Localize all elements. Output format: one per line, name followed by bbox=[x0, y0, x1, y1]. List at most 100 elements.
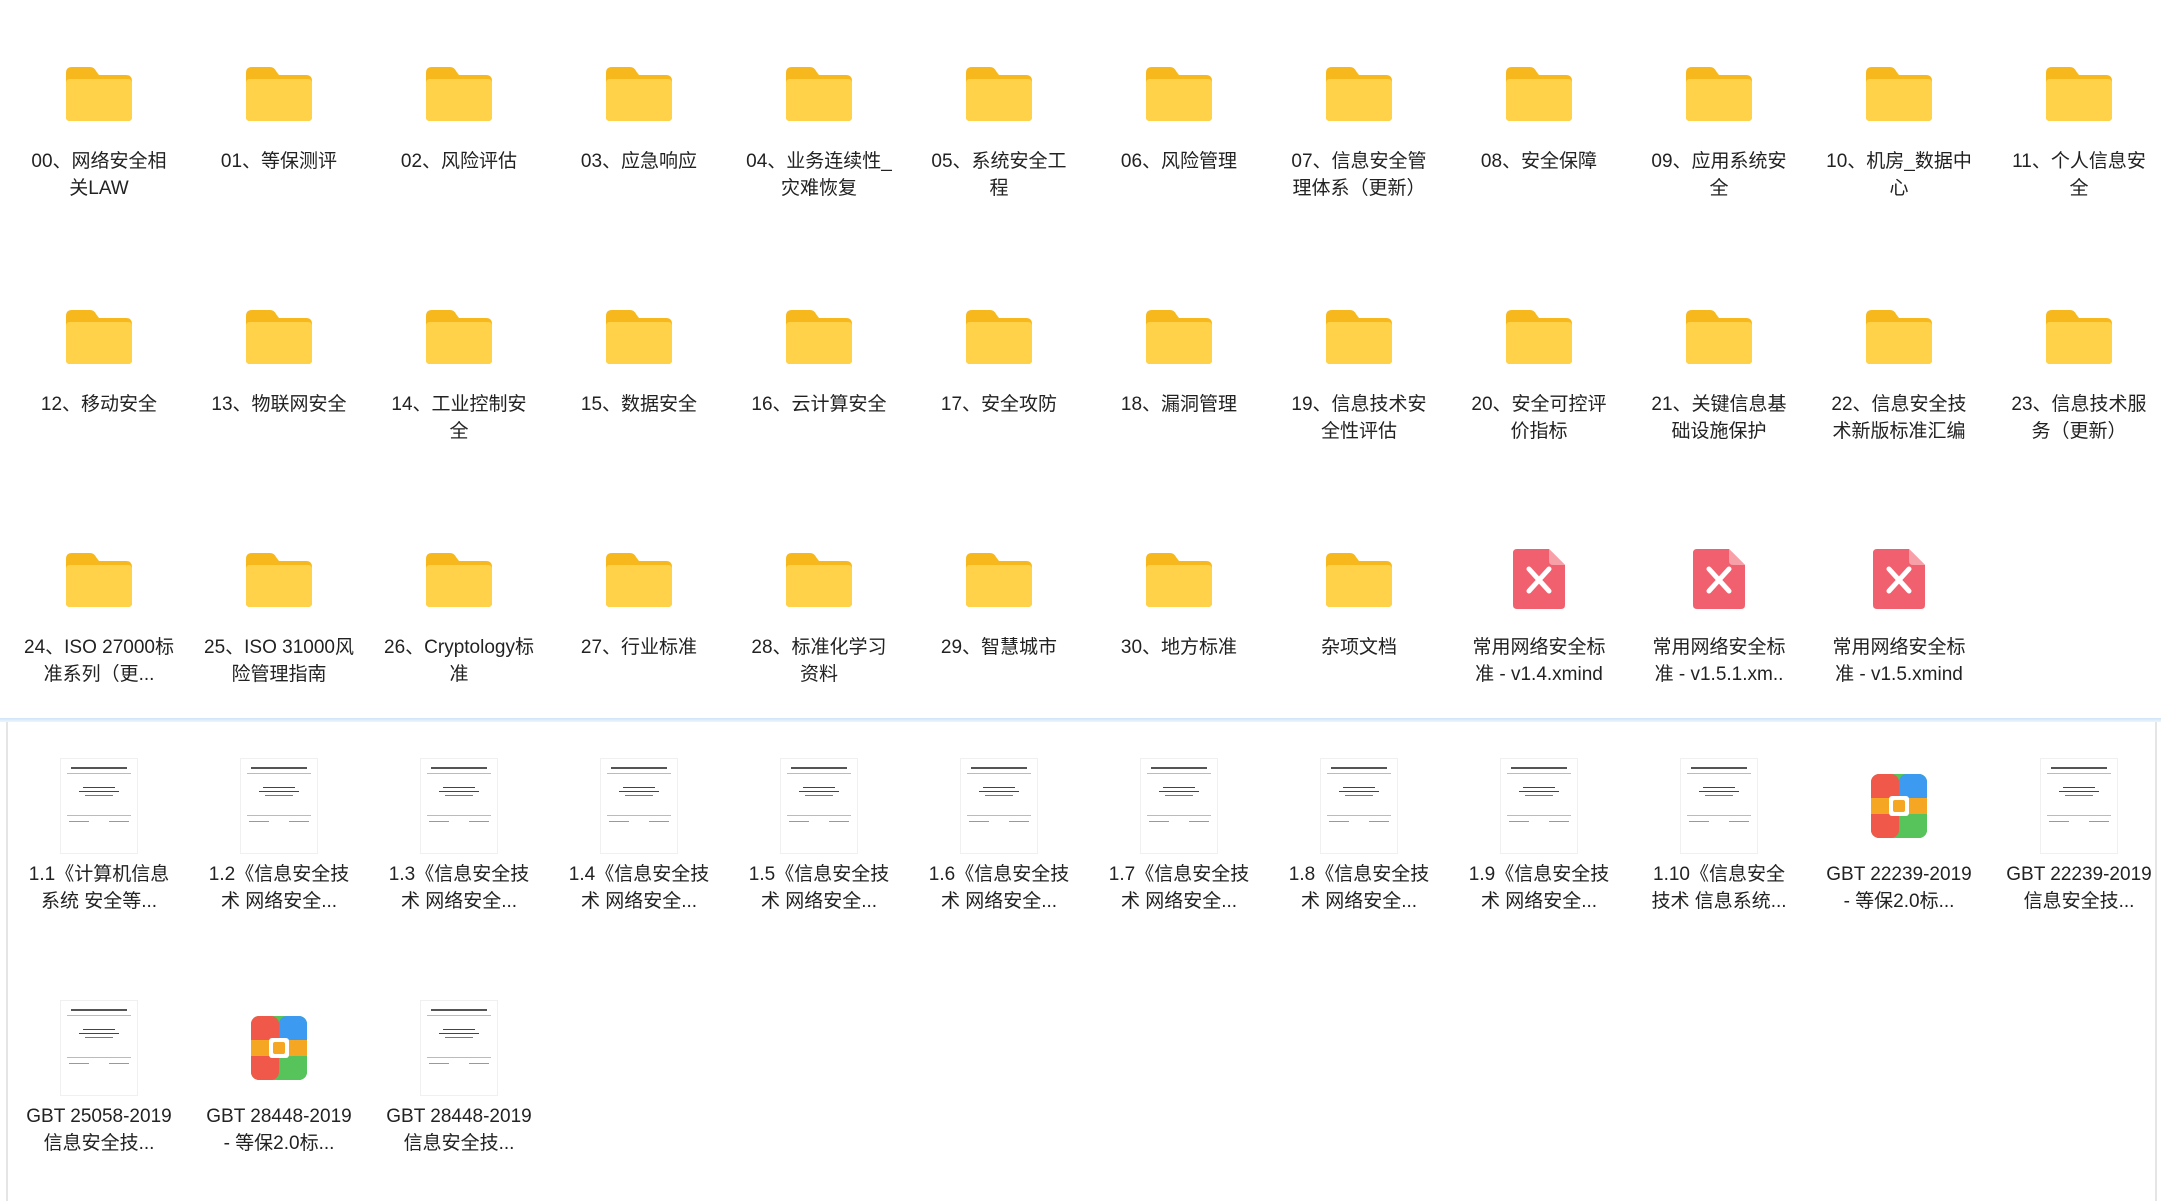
folder-item[interactable]: 01、等保测评 bbox=[204, 12, 354, 212]
pdf-thumbnail-icon bbox=[1494, 759, 1584, 853]
folder-icon bbox=[774, 48, 864, 138]
folder-item[interactable]: 03、应急响应 bbox=[564, 12, 714, 212]
folder-item[interactable]: 23、信息技术服务（更新） bbox=[2004, 255, 2154, 455]
folder-item[interactable]: 07、信息安全管理体系（更新） bbox=[1284, 12, 1434, 212]
folder-item[interactable]: 04、业务连续性_灾难恢复 bbox=[744, 12, 894, 212]
pdf-thumbnail-icon bbox=[2034, 759, 2124, 853]
folder-icon bbox=[594, 48, 684, 138]
folder-item[interactable]: 20、安全可控评价指标 bbox=[1464, 255, 1614, 455]
folder-item[interactable]: 18、漏洞管理 bbox=[1104, 255, 1254, 455]
pdf-thumbnail-icon bbox=[414, 1001, 504, 1095]
file-item[interactable]: 1.8《信息安全技术 网络安全... bbox=[1284, 725, 1434, 925]
file-item[interactable]: 1.1《计算机信息系统 安全等... bbox=[24, 725, 174, 925]
file-item[interactable]: 1.6《信息安全技术 网络安全... bbox=[924, 725, 1074, 925]
folder-item[interactable]: 12、移动安全 bbox=[24, 255, 174, 455]
folder-item[interactable]: 05、系统安全工程 bbox=[924, 12, 1074, 212]
folder-item[interactable]: 25、ISO 31000风险管理指南 bbox=[204, 498, 354, 698]
folder-icon bbox=[234, 534, 324, 624]
folder-item[interactable]: 30、地方标准 bbox=[1104, 498, 1254, 698]
folder-item[interactable]: 08、安全保障 bbox=[1464, 12, 1614, 212]
folder-label: 杂项文档 bbox=[1320, 637, 1397, 658]
file-item[interactable]: 1.5《信息安全技术 网络安全... bbox=[744, 725, 894, 925]
folder-label: 25、ISO 31000风险管理指南 bbox=[204, 637, 354, 685]
file-label: 1.4《信息安全技术 网络安全... bbox=[568, 864, 710, 912]
file-label: 1.5《信息安全技术 网络安全... bbox=[748, 864, 890, 912]
folder-label: 14、工业控制安全 bbox=[391, 394, 527, 442]
folder-icon bbox=[234, 291, 324, 381]
folder-item[interactable]: 24、ISO 27000标准系列（更... bbox=[24, 498, 174, 698]
file-item[interactable]: 1.2《信息安全技术 网络安全... bbox=[204, 725, 354, 925]
folder-item[interactable]: 13、物联网安全 bbox=[204, 255, 354, 455]
folder-icon bbox=[414, 48, 504, 138]
folder-item[interactable]: 22、信息安全技术新版标准汇编 bbox=[1824, 255, 1974, 455]
file-label: GBT 22239-2019 - 等保2.0标... bbox=[1826, 864, 1972, 912]
folder-label: 09、应用系统安全 bbox=[1651, 151, 1787, 199]
folder-item[interactable]: 26、Cryptology标准 bbox=[384, 498, 534, 698]
folder-icon bbox=[1314, 291, 1404, 381]
section-divider bbox=[0, 718, 2161, 722]
folder-item[interactable]: 27、行业标准 bbox=[564, 498, 714, 698]
folder-item[interactable]: 06、风险管理 bbox=[1104, 12, 1254, 212]
folder-item[interactable]: 15、数据安全 bbox=[564, 255, 714, 455]
folder-item[interactable]: 17、安全攻防 bbox=[924, 255, 1074, 455]
folder-item[interactable]: 09、应用系统安全 bbox=[1644, 12, 1794, 212]
archive-file-icon bbox=[1854, 761, 1944, 851]
folder-icon bbox=[2034, 48, 2124, 138]
folder-item[interactable]: 14、工业控制安全 bbox=[384, 255, 534, 455]
folder-label: 12、移动安全 bbox=[40, 394, 158, 415]
folder-item[interactable]: 16、云计算安全 bbox=[744, 255, 894, 455]
folder-label: 18、漏洞管理 bbox=[1120, 394, 1238, 415]
folder-item[interactable]: 02、风险评估 bbox=[384, 12, 534, 212]
folder-icon bbox=[1134, 48, 1224, 138]
folder-icon bbox=[54, 291, 144, 381]
folder-label: 29、智慧城市 bbox=[940, 637, 1058, 658]
folder-item[interactable]: 杂项文档 bbox=[1284, 498, 1434, 698]
file-item[interactable]: GBT 22239-2019 - 等保2.0标... bbox=[1824, 725, 1974, 925]
folder-icon bbox=[1674, 48, 1764, 138]
folder-item[interactable]: 21、关键信息基础设施保护 bbox=[1644, 255, 1794, 455]
file-item[interactable]: 1.3《信息安全技术 网络安全... bbox=[384, 725, 534, 925]
folder-icon bbox=[774, 534, 864, 624]
file-item[interactable]: 1.4《信息安全技术 网络安全... bbox=[564, 725, 714, 925]
file-item[interactable]: 1.7《信息安全技术 网络安全... bbox=[1104, 725, 1254, 925]
folder-label: 00、网络安全相关LAW bbox=[31, 151, 167, 199]
file-item[interactable]: GBT 22239-2019 信息安全技... bbox=[2004, 725, 2154, 925]
folder-label: 01、等保测评 bbox=[220, 151, 338, 172]
folder-label: 16、云计算安全 bbox=[751, 394, 887, 415]
folder-label: 20、安全可控评价指标 bbox=[1471, 394, 1607, 442]
folder-icon bbox=[594, 291, 684, 381]
file-label: GBT 28448-2019 - 等保2.0标... bbox=[206, 1106, 352, 1154]
folder-label: 13、物联网安全 bbox=[211, 394, 347, 415]
folder-label: 常用网络安全标准 - v1.5.1.xm.. bbox=[1652, 637, 1786, 685]
file-item[interactable]: GBT 28448-2019 信息安全技... bbox=[384, 967, 534, 1167]
folder-icon bbox=[234, 48, 324, 138]
folder-item[interactable]: 11、个人信息安全 bbox=[2004, 12, 2154, 212]
folder-item[interactable]: 00、网络安全相关LAW bbox=[24, 12, 174, 212]
folder-label: 19、信息技术安全性评估 bbox=[1291, 394, 1427, 442]
folder-label: 24、ISO 27000标准系列（更... bbox=[24, 637, 174, 685]
folder-item[interactable]: 10、机房_数据中心 bbox=[1824, 12, 1974, 212]
folder-icon bbox=[774, 291, 864, 381]
folder-item[interactable]: 常用网络安全标准 - v1.5.1.xm.. bbox=[1644, 498, 1794, 698]
file-label: GBT 22239-2019 信息安全技... bbox=[2006, 864, 2152, 912]
file-label: 1.9《信息安全技术 网络安全... bbox=[1468, 864, 1610, 912]
folder-item[interactable]: 29、智慧城市 bbox=[924, 498, 1074, 698]
folder-item[interactable]: 常用网络安全标准 - v1.5.xmind bbox=[1824, 498, 1974, 698]
folder-label: 27、行业标准 bbox=[580, 637, 698, 658]
pdf-thumbnail-icon bbox=[54, 759, 144, 853]
folder-icon bbox=[1854, 48, 1944, 138]
folder-icon bbox=[954, 291, 1044, 381]
folder-label: 常用网络安全标准 - v1.5.xmind bbox=[1832, 637, 1966, 685]
folder-item[interactable]: 19、信息技术安全性评估 bbox=[1284, 255, 1434, 455]
file-item[interactable]: GBT 28448-2019 - 等保2.0标... bbox=[204, 967, 354, 1167]
folder-label: 07、信息安全管理体系（更新） bbox=[1291, 151, 1427, 199]
file-item[interactable]: GBT 25058-2019 信息安全技... bbox=[24, 967, 174, 1167]
folder-icon bbox=[2034, 291, 2124, 381]
file-label: 1.6《信息安全技术 网络安全... bbox=[928, 864, 1070, 912]
file-item[interactable]: 1.10《信息安全技术 信息系统... bbox=[1644, 725, 1794, 925]
folder-item[interactable]: 28、标准化学习资料 bbox=[744, 498, 894, 698]
pdf-thumbnail-icon bbox=[54, 1001, 144, 1095]
file-item[interactable]: 1.9《信息安全技术 网络安全... bbox=[1464, 725, 1614, 925]
folder-item[interactable]: 常用网络安全标准 - v1.4.xmind bbox=[1464, 498, 1614, 698]
pdf-thumbnail-icon bbox=[774, 759, 864, 853]
